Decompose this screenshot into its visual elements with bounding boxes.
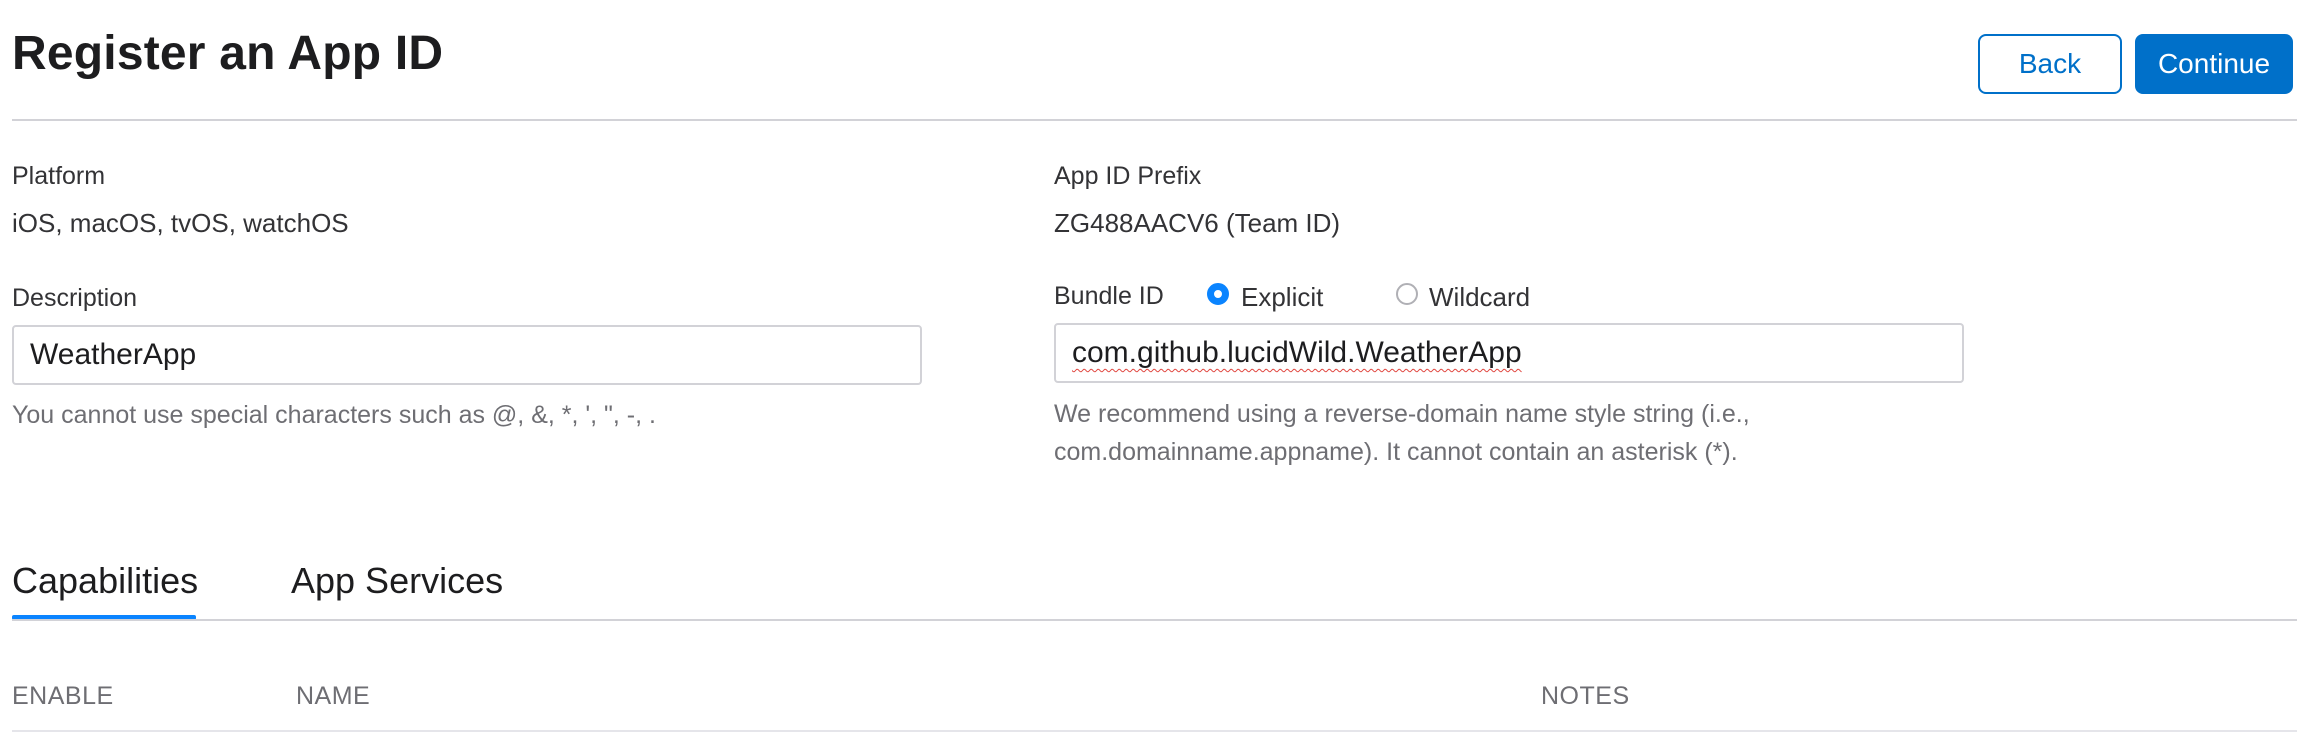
column-header-notes: NOTES — [1541, 682, 1630, 710]
explicit-radio-label[interactable]: Explicit — [1241, 282, 1323, 313]
bundle-id-input[interactable]: com.github.lucidWild.WeatherApp — [1054, 323, 1964, 383]
description-input-value: WeatherApp — [30, 338, 197, 371]
description-hint: You cannot use special characters such a… — [12, 401, 656, 429]
wildcard-radio[interactable] — [1396, 283, 1418, 305]
table-header-divider — [12, 730, 2297, 732]
register-app-id-page: Register an App ID Back Continue Platfor… — [12, 0, 2297, 738]
explicit-radio[interactable] — [1207, 283, 1229, 305]
tab-app-services[interactable]: App Services — [291, 560, 503, 602]
bundle-id-input-value: com.github.lucidWild.WeatherApp — [1072, 336, 1522, 369]
platform-label: Platform — [12, 162, 106, 190]
continue-button[interactable]: Continue — [2135, 34, 2293, 94]
wildcard-radio-label[interactable]: Wildcard — [1429, 282, 1530, 313]
tab-capabilities[interactable]: Capabilities — [12, 560, 198, 602]
column-header-enable: ENABLE — [12, 682, 114, 710]
app-id-prefix-value: ZG488AACV6 (Team ID) — [1054, 208, 1341, 238]
tabs-divider — [12, 619, 2297, 621]
page-title: Register an App ID — [12, 27, 444, 80]
bundle-id-hint-line-1: We recommend using a reverse-domain name… — [1054, 400, 1750, 428]
back-button[interactable]: Back — [1978, 34, 2122, 94]
app-id-prefix-label: App ID Prefix — [1054, 162, 1202, 190]
description-label: Description — [12, 284, 138, 312]
description-input[interactable]: WeatherApp — [12, 325, 922, 385]
bundle-id-label: Bundle ID — [1054, 282, 1164, 310]
header-divider — [12, 119, 2297, 121]
platform-value: iOS, macOS, tvOS, watchOS — [12, 208, 349, 238]
bundle-id-hint-line-2: com.domainname.appname). It cannot conta… — [1054, 438, 1738, 466]
column-header-name: NAME — [296, 682, 371, 710]
